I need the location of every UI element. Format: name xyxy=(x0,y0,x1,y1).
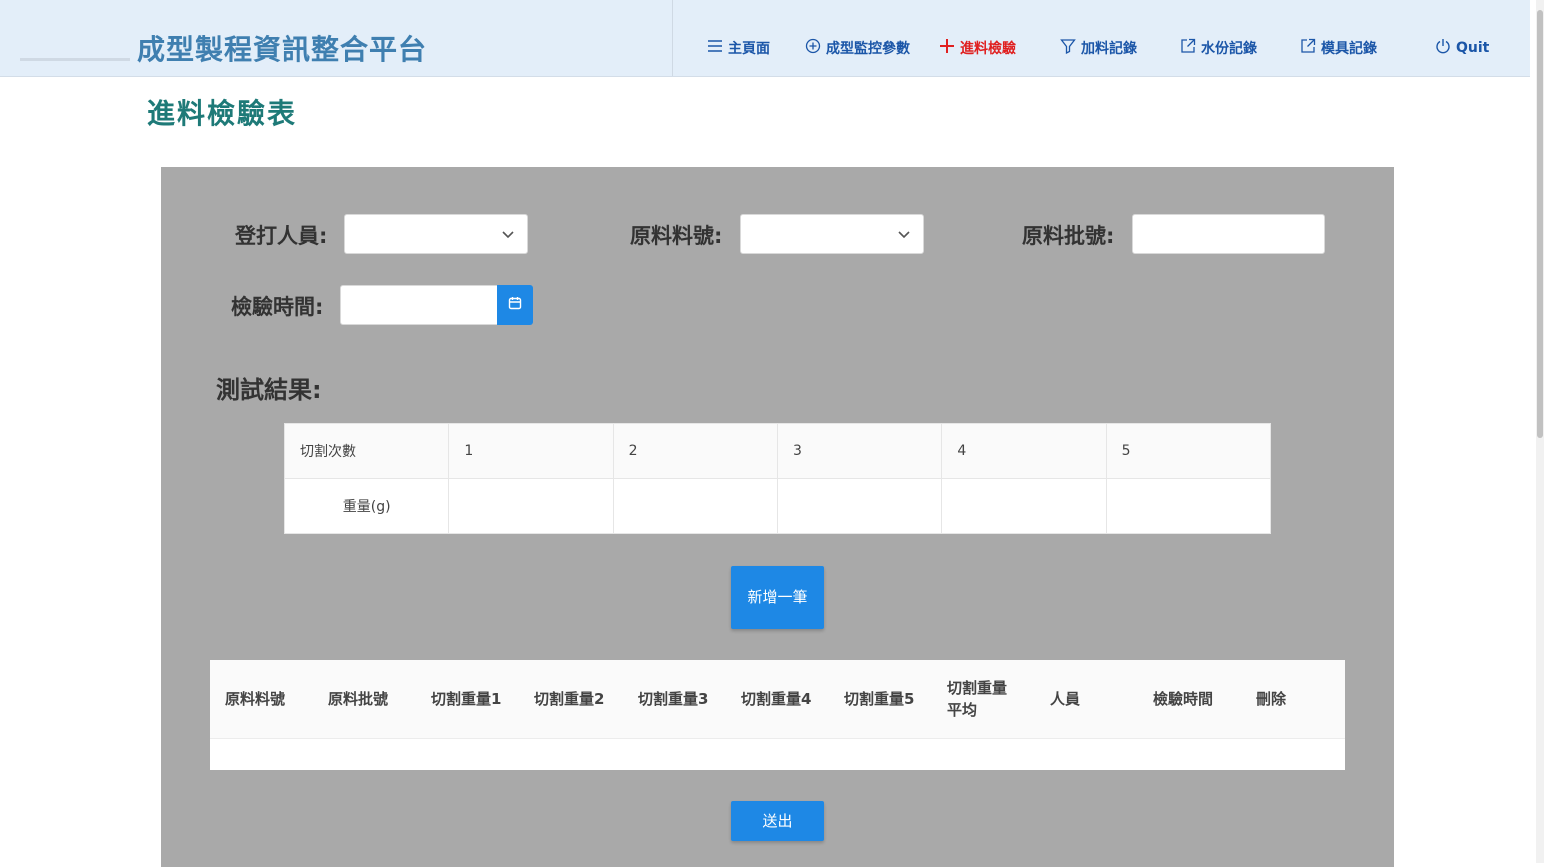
col-inspect-time: 檢驗時間 xyxy=(1153,690,1214,708)
plus-circle-icon xyxy=(804,38,822,58)
external-link-icon xyxy=(1179,38,1197,58)
nav-feeding-record-label: 加料記錄 xyxy=(1081,41,1137,57)
batch-input[interactable] xyxy=(1132,214,1325,254)
col-cut-weight-avg: 切割重量平均 xyxy=(947,679,1008,719)
col-delete: 刪除 xyxy=(1256,690,1287,708)
scrollbar-thumb[interactable] xyxy=(1537,10,1543,438)
nav-molding-params[interactable]: 成型監控參數 xyxy=(804,38,910,58)
col-operator: 人員 xyxy=(1050,690,1081,708)
material-no-label: 原料料號: xyxy=(630,224,723,248)
nav-molding-params-label: 成型監控參數 xyxy=(826,41,910,57)
nav-incoming-inspection-label: 進料檢驗 xyxy=(960,41,1016,57)
nav-moisture-record-label: 水份記錄 xyxy=(1201,41,1257,57)
cut-number-3: 3 xyxy=(776,423,943,479)
weight-label: 重量(g) xyxy=(283,478,450,534)
nav-feeding-record[interactable]: 加料記錄 xyxy=(1059,38,1137,58)
test-result-table: 切割次數 1 2 3 4 5 重量(g) xyxy=(283,423,1272,534)
vertical-scrollbar[interactable] xyxy=(1536,0,1544,863)
weight-cell-5[interactable] xyxy=(1105,478,1272,534)
col-cut-weight-4: 切割重量4 xyxy=(741,690,812,708)
power-icon xyxy=(1434,38,1452,58)
col-cut-weight-5: 切割重量5 xyxy=(844,690,915,708)
weight-cell-3[interactable] xyxy=(776,478,943,534)
nav-home[interactable]: 主頁面 xyxy=(706,38,770,58)
records-table: 原料料號 原料批號 切割重量1 切割重量2 切割重量3 切割重量4 切割重量5 … xyxy=(210,660,1345,770)
page-title: 進料檢驗表 xyxy=(147,97,298,130)
plus-icon xyxy=(938,38,956,59)
col-batch-no: 原料批號 xyxy=(328,690,389,708)
header-divider xyxy=(672,0,673,76)
nav-quit[interactable]: Quit xyxy=(1434,38,1489,58)
col-cut-weight-3: 切割重量3 xyxy=(638,690,709,708)
col-cut-weight-1: 切割重量1 xyxy=(431,690,502,708)
weight-cell-1[interactable] xyxy=(448,478,614,534)
chevron-down-icon xyxy=(895,225,913,243)
nav-incoming-inspection[interactable]: 進料檢驗 xyxy=(938,38,1016,58)
test-result-title: 測試結果: xyxy=(216,376,322,404)
menu-icon xyxy=(706,39,724,57)
batch-label: 原料批號: xyxy=(1022,224,1115,248)
inspect-time-label: 檢驗時間: xyxy=(231,295,324,319)
submit-button[interactable]: 送出 xyxy=(731,801,824,841)
weight-row: 重量(g) xyxy=(283,478,1272,534)
operator-label: 登打人員: xyxy=(235,224,328,248)
nav-home-label: 主頁面 xyxy=(728,41,770,57)
col-cut-weight-2: 切割重量2 xyxy=(534,690,605,708)
cut-number-2: 2 xyxy=(612,423,778,479)
cut-number-5: 5 xyxy=(1105,423,1272,479)
weight-cell-2[interactable] xyxy=(612,478,778,534)
add-record-button[interactable]: 新增一筆 xyxy=(731,566,824,629)
inspection-form-panel: 登打人員: 原料料號: 原料批號: 檢驗時間: 測試結果: 切割次數 1 2 3… xyxy=(161,167,1394,867)
inspect-time-input[interactable] xyxy=(340,285,498,325)
cut-count-row: 切割次數 1 2 3 4 5 xyxy=(283,423,1272,479)
cut-count-label: 切割次數 xyxy=(283,423,450,479)
nav-moisture-record[interactable]: 水份記錄 xyxy=(1179,38,1257,58)
nav-quit-label: Quit xyxy=(1456,40,1490,56)
records-table-header: 原料料號 原料批號 切割重量1 切割重量2 切割重量3 切割重量4 切割重量5 … xyxy=(210,660,1345,739)
operator-select[interactable] xyxy=(344,214,528,254)
calendar-button[interactable] xyxy=(497,285,533,325)
external-link-icon xyxy=(1299,38,1317,58)
top-header: 成型製程資訊整合平台 主頁面 成型監控參數 進料檢驗 加料記錄 水份記錄 模具記… xyxy=(0,0,1530,77)
cut-number-1: 1 xyxy=(448,423,614,479)
filter-icon xyxy=(1059,38,1077,58)
col-material-no: 原料料號 xyxy=(225,690,286,708)
material-no-select[interactable] xyxy=(740,214,924,254)
weight-cell-4[interactable] xyxy=(941,478,1107,534)
app-title: 成型製程資訊整合平台 xyxy=(137,33,428,66)
logo-placeholder xyxy=(20,58,130,61)
calendar-icon xyxy=(507,295,523,315)
nav-mold-record-label: 模具記錄 xyxy=(1321,41,1377,57)
cut-number-4: 4 xyxy=(941,423,1107,479)
nav-mold-record[interactable]: 模具記錄 xyxy=(1299,38,1377,58)
chevron-down-icon xyxy=(499,225,517,243)
